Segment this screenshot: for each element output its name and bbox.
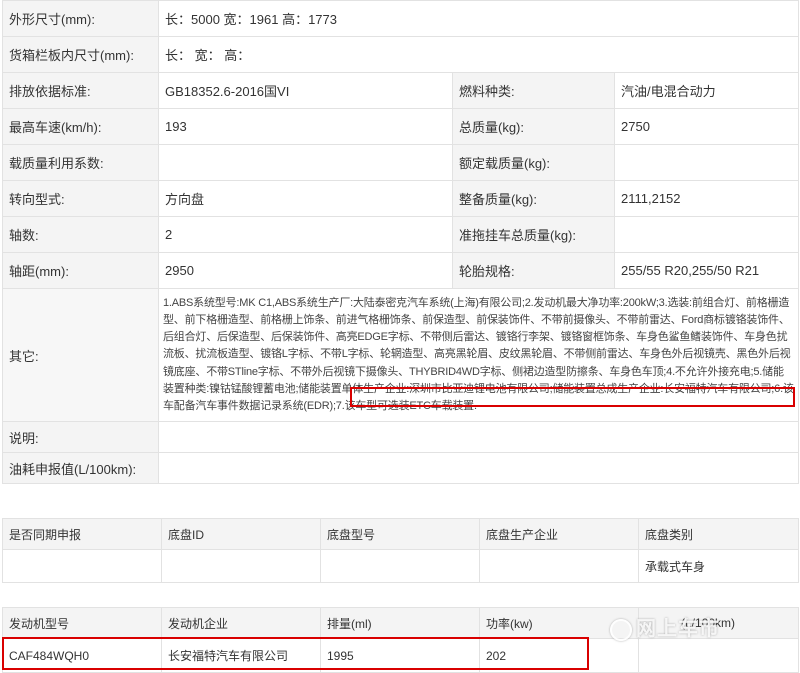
spec-row: 最高车速(km/h): 193 总质量(kg): 2750 [2,108,800,145]
spec-row-dimensions: 外形尺寸(mm): 长：5000 宽：1961 高：1773 [2,0,800,37]
spec-row-note: 说明: [2,421,800,453]
spec-row: 轴距(mm): 2950 轮胎规格: 255/55 R20,255/50 R21 [2,252,800,289]
chassis-cell [479,549,639,583]
engine-data-row: CAF484WQH0 长安福特汽车有限公司 1995 202 [2,638,799,673]
chassis-header: 底盘类别 [638,518,799,550]
chassis-cell: 承载式车身 [638,549,799,583]
spec-row-other: 其它: 1.ABS系统型号:MK C1,ABS系统生产厂:大陆泰密克汽车系统(上… [2,288,800,422]
spec-value: 193 [158,108,453,145]
note-value [157,421,800,453]
engine-cell: CAF484WQH0 [2,638,162,673]
note-label: 说明: [2,421,159,453]
watermark-icon [610,618,632,641]
spec-label: 货箱栏板内尺寸(mm): [2,36,159,73]
fuel-label: 油耗申报值(L/100km): [2,452,159,484]
other-notes: 1.ABS系统型号:MK C1,ABS系统生产厂:大陆泰密克汽车系统(上海)有限… [157,288,800,422]
spec-label: 燃料种类: [452,72,615,109]
engine-cell: 202 [479,638,639,673]
spec-value: 汽油/电混合动力 [613,72,800,109]
chassis-cell [320,549,480,583]
spec-value: 2950 [158,252,453,289]
spec-value: GB18352.6-2016国VI [158,72,453,109]
spec-value: 方向盘 [158,180,453,217]
spec-label: 额定载质量(kg): [452,144,615,181]
spec-value: 2750 [613,108,800,145]
engine-cell: 长安福特汽车有限公司 [161,638,321,673]
spec-label: 排放依据标准: [2,72,159,109]
spec-value [158,144,453,181]
watermark-text: 网上车市 [636,618,720,640]
spec-label: 轮胎规格: [452,252,615,289]
chassis-header: 底盘型号 [320,518,480,550]
spec-row-cargo: 货箱栏板内尺寸(mm): 长： 宽： 高： [2,36,800,73]
spec-label: 准拖挂车总质量(kg): [452,216,615,253]
chassis-table: 是否同期申报 底盘ID 底盘型号 底盘生产企业 底盘类别 承载式车身 [2,518,799,583]
spec-label: 整备质量(kg): [452,180,615,217]
spec-row: 转向型式: 方向盘 整备质量(kg): 2111,2152 [2,180,800,217]
spec-value [613,216,800,253]
spec-row: 排放依据标准: GB18352.6-2016国VI 燃料种类: 汽油/电混合动力 [2,72,800,109]
spec-label: 转向型式: [2,180,159,217]
chassis-header: 底盘ID [161,518,321,550]
chassis-header-row: 是否同期申报 底盘ID 底盘型号 底盘生产企业 底盘类别 [2,518,799,550]
spec-table: 外形尺寸(mm): 长：5000 宽：1961 高：1773 货箱栏板内尺寸(m… [2,0,800,484]
chassis-header: 底盘生产企业 [479,518,639,550]
other-label: 其它: [2,288,159,422]
spec-label: 轴距(mm): [2,252,159,289]
chassis-cell [2,549,162,583]
spec-row: 轴数: 2 准拖挂车总质量(kg): [2,216,800,253]
spec-value [613,144,800,181]
chassis-data-row: 承载式车身 [2,549,799,583]
spec-value: 2111,2152 [613,180,800,217]
spec-row: 载质量利用系数: 额定载质量(kg): [2,144,800,181]
engine-cell: 1995 [320,638,480,673]
spec-value: 255/55 R20,255/50 R21 [613,252,800,289]
spec-label: 最高车速(km/h): [2,108,159,145]
chassis-header: 是否同期申报 [2,518,162,550]
engine-header: 发动机型号 [2,607,162,639]
spec-label: 轴数: [2,216,159,253]
spec-value: 2 [158,216,453,253]
fuel-value [157,452,800,484]
spec-row-fuel: 油耗申报值(L/100km): [2,452,800,484]
spec-label: 外形尺寸(mm): [2,0,159,37]
chassis-cell [161,549,321,583]
spec-value: 长：5000 宽：1961 高：1773 [157,0,800,37]
engine-header: 排量(ml) [320,607,480,639]
other-notes-text: 1.ABS系统型号:MK C1,ABS系统生产厂:大陆泰密克汽车系统(上海)有限… [163,296,791,378]
watermark-logo: 网上车市 [610,612,720,641]
engine-header: 发动机企业 [161,607,321,639]
spec-label: 总质量(kg): [452,108,615,145]
spec-value: 长： 宽： 高： [157,36,800,73]
engine-cell [638,638,799,673]
spec-label: 载质量利用系数: [2,144,159,181]
